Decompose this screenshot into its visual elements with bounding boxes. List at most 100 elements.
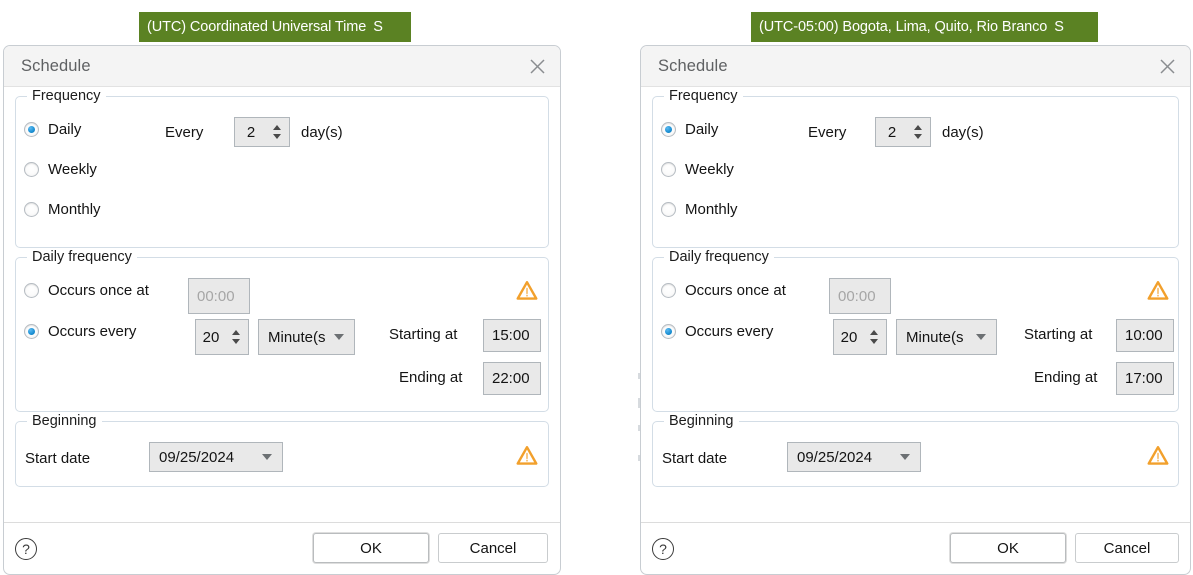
starting-at-label: Starting at (1024, 326, 1093, 343)
radio-dot-icon (24, 162, 39, 177)
every-days-stepper[interactable]: 2 (234, 117, 290, 147)
stepper-buttons[interactable] (228, 320, 248, 354)
occurs-every-unit-dropdown[interactable]: Minute(s (896, 319, 997, 355)
ending-at-label: Ending at (399, 369, 463, 386)
cancel-button[interactable]: Cancel (1075, 533, 1179, 563)
radio-weekly[interactable]: Weekly (24, 161, 97, 178)
warning-icon-beginning (1147, 445, 1169, 466)
radio-occurs-once-label: Occurs once at (48, 282, 149, 299)
dialog-title: Schedule (21, 56, 91, 75)
radio-occurs-every[interactable]: Occurs every (661, 323, 773, 340)
stepper-down-icon[interactable] (870, 339, 878, 344)
radio-occurs-once[interactable]: Occurs once at (24, 282, 149, 299)
dialog-body: Frequency Daily Weekly Monthly Every 2 d… (641, 87, 1190, 522)
dialog-footer: ? OK Cancel (4, 522, 560, 574)
radio-daily-label: Daily (685, 121, 719, 138)
radio-dot-icon (661, 202, 676, 217)
occurs-once-time-input[interactable]: 00:00 (188, 278, 250, 314)
stepper-buttons[interactable] (269, 118, 289, 146)
radio-dot-icon (661, 283, 676, 298)
radio-daily[interactable]: Daily (661, 121, 718, 138)
warning-icon-daily-frequency (516, 280, 538, 301)
cancel-button-label: Cancel (1103, 539, 1151, 557)
timezone-banner-left: (UTC) Coordinated Universal Time S (139, 12, 411, 42)
every-days-stepper[interactable]: 2 (875, 117, 931, 147)
ok-button[interactable]: OK (313, 533, 429, 563)
radio-dot-icon (24, 283, 39, 298)
stepper-up-icon[interactable] (870, 330, 878, 335)
occurs-once-time-value: 00:00 (197, 287, 235, 305)
warning-triangle-icon (516, 281, 538, 300)
occurs-once-time-input[interactable]: 00:00 (829, 278, 891, 314)
occurs-every-interval-stepper[interactable]: 20 (833, 319, 887, 355)
radio-monthly-label: Monthly (48, 201, 101, 218)
radio-dot-icon (24, 202, 39, 217)
starting-at-input[interactable]: 15:00 (483, 319, 541, 352)
stepper-down-icon[interactable] (273, 134, 281, 139)
radio-occurs-once-label: Occurs once at (685, 282, 786, 299)
daily-frequency-groupbox: Daily frequency Occurs once at 00:00 Occ… (15, 249, 549, 412)
radio-dot-icon (661, 162, 676, 177)
starting-at-input[interactable]: 10:00 (1116, 319, 1174, 352)
radio-dot-icon (661, 324, 676, 339)
occurs-every-unit-dropdown[interactable]: Minute(s (258, 319, 355, 355)
warning-triangle-icon (516, 446, 538, 465)
stepper-up-icon[interactable] (273, 125, 281, 130)
beginning-groupbox: Beginning Start date 09/25/2024 (15, 413, 549, 487)
starting-at-value: 10:00 (1125, 327, 1163, 344)
start-date-label: Start date (662, 450, 728, 467)
stepper-buttons[interactable] (910, 118, 930, 146)
cancel-button[interactable]: Cancel (438, 533, 548, 563)
stepper-down-icon[interactable] (914, 134, 922, 139)
days-unit-label: day(s) (942, 124, 984, 141)
occurs-every-unit-value: Minute(s (268, 328, 326, 346)
stepper-up-icon[interactable] (232, 330, 240, 335)
starting-at-value: 15:00 (492, 327, 530, 344)
close-button[interactable] (1144, 46, 1190, 86)
every-label: Every (165, 124, 204, 141)
radio-monthly[interactable]: Monthly (24, 201, 101, 218)
help-button[interactable]: ? (15, 537, 37, 560)
ending-at-input[interactable]: 22:00 (483, 362, 541, 395)
start-date-value: 09/25/2024 (159, 448, 235, 466)
timezone-banner-text: (UTC-05:00) Bogota, Lima, Quito, Rio Bra… (759, 18, 1048, 35)
radio-occurs-every[interactable]: Occurs every (24, 323, 136, 340)
chevron-down-icon (262, 454, 272, 460)
help-button[interactable]: ? (652, 537, 674, 560)
warning-triangle-icon (1147, 446, 1169, 465)
ending-at-input[interactable]: 17:00 (1116, 362, 1174, 395)
close-button[interactable] (514, 46, 560, 86)
close-icon (529, 58, 545, 74)
occurs-once-time-value: 00:00 (838, 287, 876, 305)
dialog-titlebar: Schedule (4, 46, 560, 87)
daily-frequency-groupbox: Daily frequency Occurs once at 00:00 Occ… (652, 249, 1179, 412)
beginning-groupbox: Beginning Start date 09/25/2024 (652, 413, 1179, 487)
radio-occurs-once[interactable]: Occurs once at (661, 282, 786, 299)
stepper-down-icon[interactable] (232, 339, 240, 344)
radio-daily[interactable]: Daily (24, 121, 81, 138)
timezone-banner-text: (UTC) Coordinated Universal Time (147, 18, 367, 35)
chevron-down-icon (976, 334, 986, 340)
radio-monthly[interactable]: Monthly (661, 201, 738, 218)
dialog-body: Frequency Daily Weekly Monthly Every 2 d… (4, 87, 560, 522)
start-date-dropdown[interactable]: 09/25/2024 (787, 442, 921, 472)
cancel-button-label: Cancel (469, 539, 517, 557)
radio-weekly-label: Weekly (685, 161, 734, 178)
stepper-buttons[interactable] (866, 320, 886, 354)
every-days-value: 2 (887, 123, 897, 141)
every-label: Every (808, 124, 847, 141)
help-icon: ? (659, 540, 667, 557)
ending-at-value: 17:00 (1125, 370, 1163, 387)
stepper-up-icon[interactable] (914, 125, 922, 130)
ok-button[interactable]: OK (950, 533, 1066, 563)
timezone-banner-clipped-text: S (373, 18, 383, 35)
radio-dot-icon (24, 122, 39, 137)
dialog-footer: ? OK Cancel (641, 522, 1190, 574)
radio-weekly[interactable]: Weekly (661, 161, 734, 178)
radio-daily-label: Daily (48, 121, 82, 138)
dialog-title: Schedule (658, 56, 728, 75)
radio-dot-icon (24, 324, 39, 339)
occurs-every-interval-stepper[interactable]: 20 (195, 319, 249, 355)
chevron-down-icon (900, 454, 910, 460)
start-date-dropdown[interactable]: 09/25/2024 (149, 442, 283, 472)
